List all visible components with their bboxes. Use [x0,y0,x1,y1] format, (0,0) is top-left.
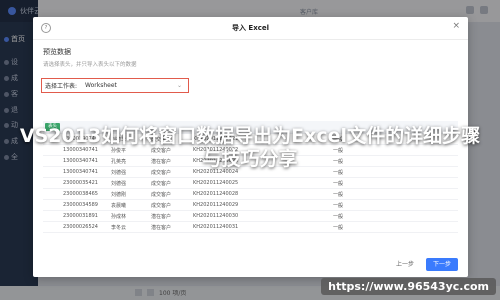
dialog-title: 导入 Excel [231,24,270,32]
table-cell-status: 成交客户 [151,181,172,187]
section-title: 预览数据 [43,48,71,56]
worksheet-select[interactable]: 选择工作表: Worksheet ⌄ [41,78,189,93]
table-cell-level: 一般 [333,225,344,231]
table-cell-level: 一般 [333,214,344,220]
table-row[interactable]: 23000035421 刘德强 成交客户 KH202011240025 一般 [43,178,458,189]
table-cell-status: 潜在客户 [151,214,172,220]
table-cell-name: 刘德强 [111,181,127,187]
table-cell-code: KH202011240029 [193,202,239,208]
table-row[interactable]: 23000034589 袁晨曦 成交客户 KH202011240029 一般 [43,200,458,211]
worksheet-select-value: Worksheet [85,82,117,89]
table-cell-code: KH202011240031 [193,224,239,230]
table-cell-phone: 23000038465 [63,191,98,197]
worksheet-select-label: 选择工作表: [45,83,78,90]
table-cell-name: 刘德刚 [111,192,127,198]
table-cell-phone: 23000035421 [63,180,98,186]
dialog-header: ? 导入 Excel × [33,17,468,39]
table-cell-level: 一般 [333,181,344,187]
next-step-button[interactable]: 下一步 [426,258,458,271]
table-cell-phone: 23000031891 [63,213,98,219]
watermark: https://www.96543yc.com [321,278,496,295]
chevron-down-icon: ⌄ [176,82,182,89]
table-cell-name: 李冬云 [111,225,127,231]
prev-step-button[interactable]: 上一步 [391,259,419,271]
table-cell-name: 袁晨曦 [111,203,127,209]
table-cell-status: 成交客户 [151,192,172,198]
banner-title: VS2013如何将窗口数据导出为Excel文件的详细步骤与技巧分享 [19,125,481,170]
table-cell-name: 孙成林 [111,214,127,220]
table-row[interactable]: 23000026524 李冬云 潜在客户 KH202011240031 一般 [43,222,458,233]
header-divider [33,39,468,40]
section-hint: 请选择表头，并只导入表头以下的数据 [43,62,137,68]
table-cell-code: KH202011240028 [193,191,239,197]
table-cell-status: 潜在客户 [151,225,172,231]
table-row[interactable]: 23000031891 孙成林 潜在客户 KH202011240030 一般 [43,211,458,222]
close-icon[interactable]: × [452,22,460,31]
table-cell-phone: 23000034589 [63,202,98,208]
table-cell-code: KH202011240025 [193,180,239,186]
table-row[interactable]: 23000038465 刘德刚 成交客户 KH202011240028 一般 [43,189,458,200]
table-cell-phone: 23000026524 [63,224,98,230]
table-cell-code: KH202011240030 [193,213,239,219]
table-cell-level: 一般 [333,203,344,209]
table-cell-level: 一般 [333,192,344,198]
table-cell-status: 成交客户 [151,203,172,209]
